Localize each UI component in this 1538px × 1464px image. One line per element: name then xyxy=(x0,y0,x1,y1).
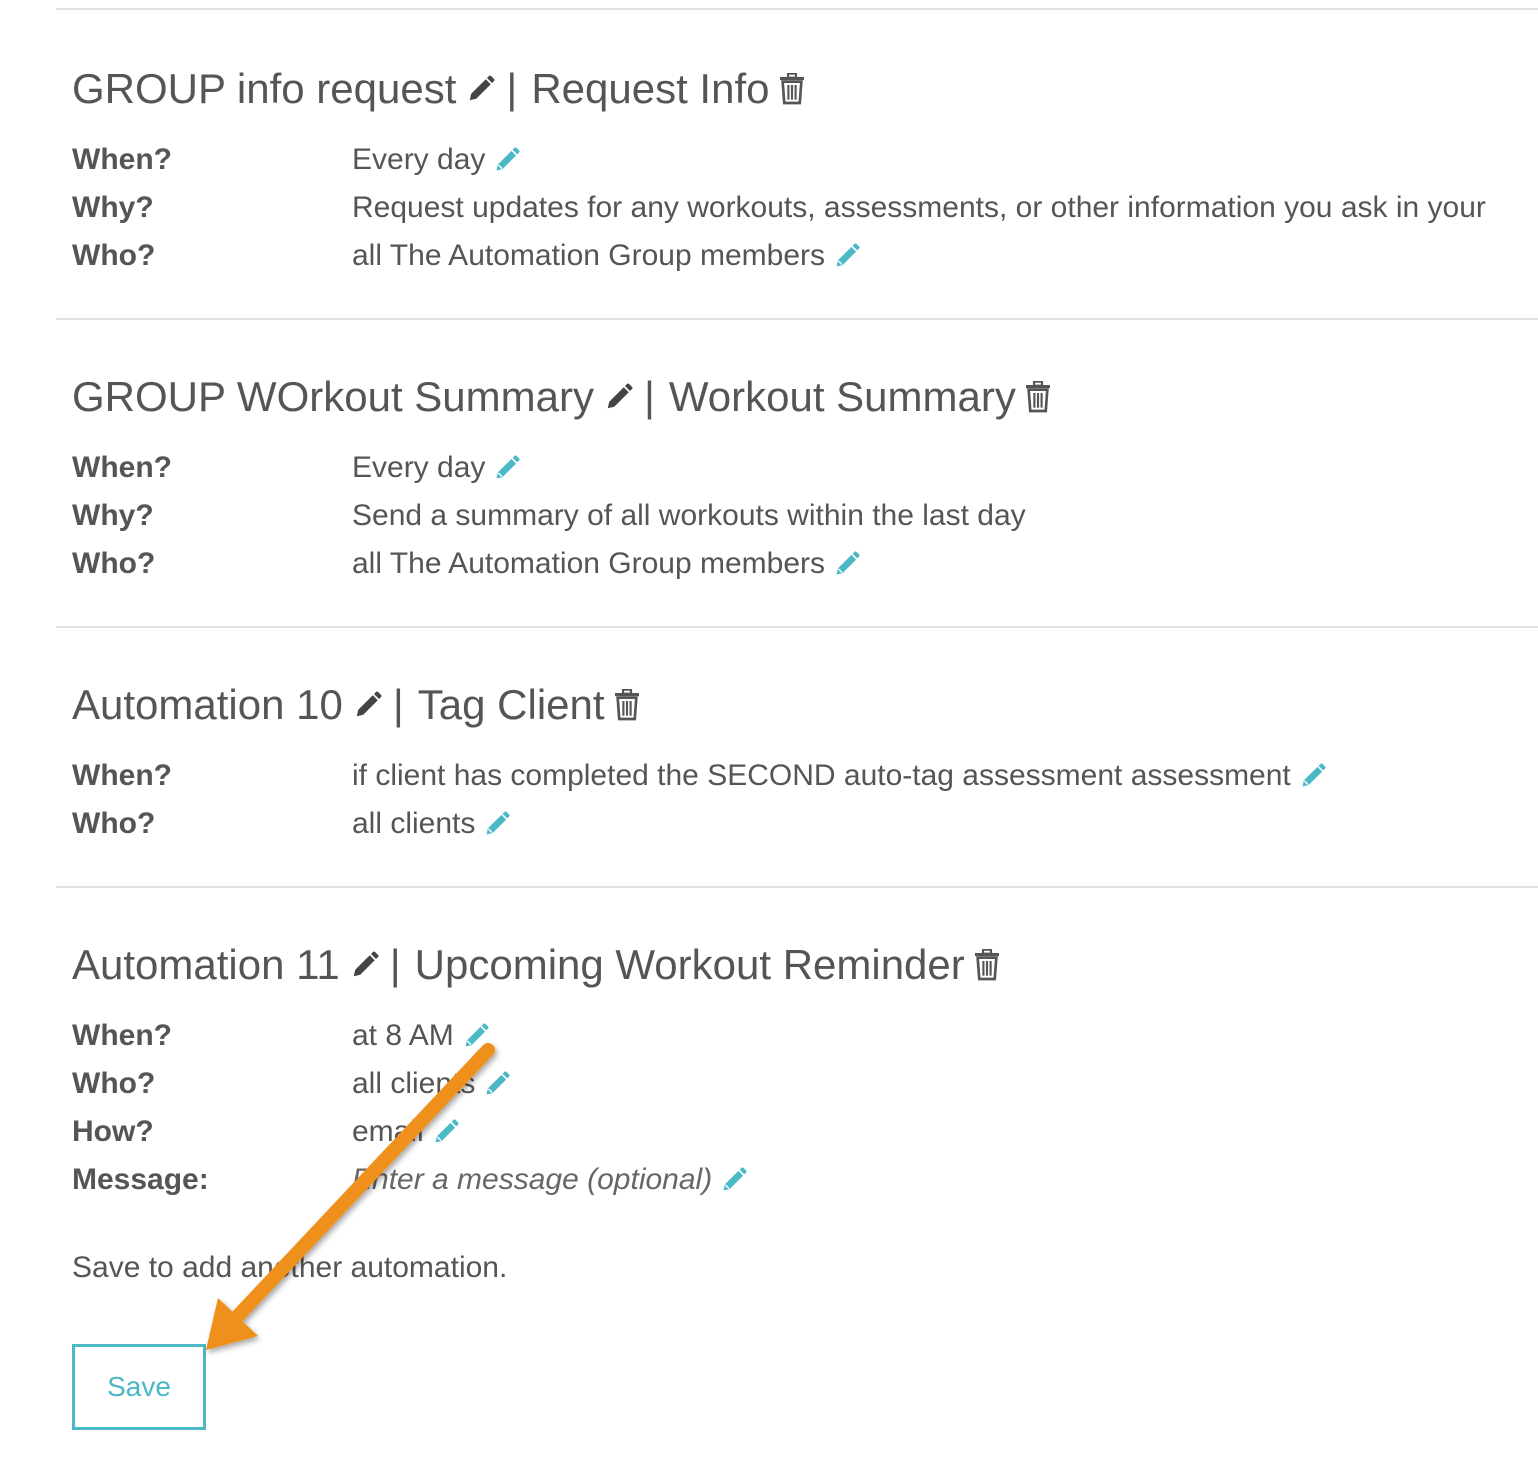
row-label: Why? xyxy=(72,499,154,532)
automation-title: Automation 10 | Tag Client xyxy=(72,680,641,730)
automation-name: Automation 10 xyxy=(72,681,343,728)
row-value-text: all The Automation Group members xyxy=(352,239,826,272)
automation-name: GROUP info request xyxy=(72,65,457,112)
divider xyxy=(56,318,1538,320)
row-value-text: at 8 AM xyxy=(352,1019,454,1052)
edit-pencil-icon[interactable] xyxy=(833,550,861,578)
title-separator: | xyxy=(643,373,655,420)
edit-pencil-icon[interactable] xyxy=(462,1022,490,1050)
row-label: Message: xyxy=(72,1163,209,1196)
divider xyxy=(56,626,1538,628)
edit-pencil-icon[interactable] xyxy=(432,1118,460,1146)
edit-name-pencil-icon[interactable] xyxy=(466,74,496,104)
edit-pencil-icon[interactable] xyxy=(493,146,521,174)
edit-pencil-icon[interactable] xyxy=(493,454,521,482)
row-value: all The Automation Group members xyxy=(352,236,861,276)
row-value-text: Request updates for any workouts, assess… xyxy=(352,191,1486,224)
edit-pencil-icon[interactable] xyxy=(1299,762,1327,790)
row-label: Why? xyxy=(72,191,154,224)
edit-pencil-icon[interactable] xyxy=(483,810,511,838)
edit-pencil-icon[interactable] xyxy=(720,1166,748,1194)
row-label: Who? xyxy=(72,807,156,840)
row-value-text: Send a summary of all workouts within th… xyxy=(352,499,1026,532)
row-label: When? xyxy=(72,451,172,484)
row-label: When? xyxy=(72,759,172,792)
row-value: Every day xyxy=(352,448,521,488)
row-label: How? xyxy=(72,1115,154,1148)
delete-trash-icon[interactable] xyxy=(613,689,641,721)
edit-pencil-icon[interactable] xyxy=(833,242,861,270)
title-separator: | xyxy=(506,65,518,112)
row-value: at 8 AM xyxy=(352,1016,490,1056)
row-value-text: if client has completed the SECOND auto-… xyxy=(352,759,1291,792)
row-label: Who? xyxy=(72,1067,156,1100)
row-value: all The Automation Group members xyxy=(352,544,861,584)
row-value-text: all The Automation Group members xyxy=(352,547,826,580)
row-label: When? xyxy=(72,1019,172,1052)
delete-trash-icon[interactable] xyxy=(973,949,1001,981)
row-label: Who? xyxy=(72,239,156,272)
delete-trash-icon[interactable] xyxy=(1024,381,1052,413)
row-value: all clients xyxy=(352,1064,511,1104)
row-label: Who? xyxy=(72,547,156,580)
automations-page: GROUP info request | Request Info When? … xyxy=(0,0,1538,1464)
automation-title: GROUP info request | Request Info xyxy=(72,64,806,114)
automation-name: GROUP WOrkout Summary xyxy=(72,373,594,420)
row-value: all clients xyxy=(352,804,511,844)
row-value-text: Every day xyxy=(352,451,486,484)
divider xyxy=(56,886,1538,888)
edit-name-pencil-icon[interactable] xyxy=(604,382,634,412)
automation-type: Upcoming Workout Reminder xyxy=(414,941,965,988)
row-value: Send a summary of all workouts within th… xyxy=(352,496,1026,536)
automation-title: GROUP WOrkout Summary | Workout Summary xyxy=(72,372,1052,422)
automation-type: Workout Summary xyxy=(668,373,1016,420)
edit-name-pencil-icon[interactable] xyxy=(353,690,383,720)
automation-type: Request Info xyxy=(531,65,770,112)
row-value: Every day xyxy=(352,140,521,180)
row-value: Request updates for any workouts, assess… xyxy=(352,188,1486,228)
divider xyxy=(56,8,1538,10)
row-value-text: all clients xyxy=(352,807,476,840)
row-value-text: Every day xyxy=(352,143,486,176)
delete-trash-icon[interactable] xyxy=(778,73,806,105)
footer-note: Save to add another automation. xyxy=(72,1251,508,1284)
save-button[interactable]: Save xyxy=(72,1344,206,1430)
edit-name-pencil-icon[interactable] xyxy=(350,950,380,980)
automation-type: Tag Client xyxy=(417,681,605,728)
row-value: Enter a message (optional) xyxy=(352,1160,748,1200)
row-value: email xyxy=(352,1112,460,1152)
row-value: if client has completed the SECOND auto-… xyxy=(352,756,1327,796)
automation-name: Automation 11 xyxy=(72,941,340,988)
automation-title: Automation 11 | Upcoming Workout Reminde… xyxy=(72,940,1001,990)
row-value-text: all clients xyxy=(352,1067,476,1100)
title-separator: | xyxy=(392,681,404,728)
title-separator: | xyxy=(389,941,401,988)
row-value-text: email xyxy=(352,1115,424,1148)
message-placeholder[interactable]: Enter a message (optional) xyxy=(352,1160,712,1200)
edit-pencil-icon[interactable] xyxy=(483,1070,511,1098)
row-label: When? xyxy=(72,143,172,176)
